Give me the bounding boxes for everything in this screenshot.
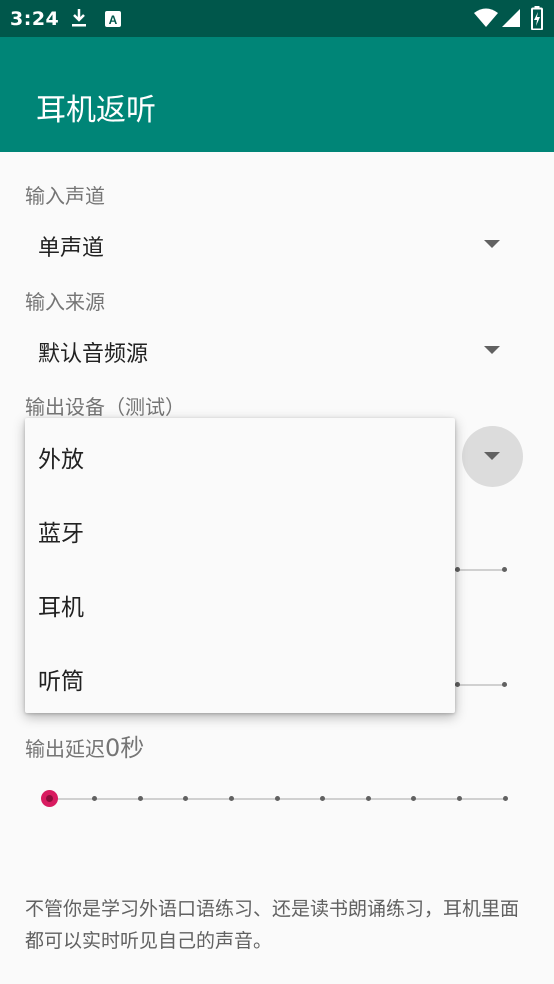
- seekbar-tick: [455, 567, 460, 572]
- menu-item-earpiece[interactable]: 听筒: [38, 662, 84, 696]
- menu-item-headphones[interactable]: 耳机: [38, 588, 84, 622]
- svg-text:A: A: [109, 13, 118, 27]
- dropdown-arrow-icon: [484, 346, 500, 354]
- seekbar-tick: [456, 796, 462, 801]
- status-time: 3:24: [10, 8, 60, 30]
- status-bar: 3:24 A: [0, 0, 554, 37]
- signal-icon: [501, 8, 521, 32]
- output-delay-label: 输出延迟0秒: [25, 728, 144, 763]
- description-text: 不管你是学习外语口语练习、还是读书朗诵练习，耳机里面都可以实时听见自己的声音。: [25, 898, 520, 952]
- battery-charging-icon: [531, 6, 543, 34]
- seekbar-thumb[interactable]: [40, 790, 58, 807]
- dropdown-arrow-icon: [484, 452, 500, 460]
- seekbar-tick: [502, 567, 507, 572]
- input-source-spinner[interactable]: 默认音频源: [25, 328, 530, 372]
- output-device-dropdown-menu: 外放 蓝牙 耳机 听筒: [25, 418, 455, 713]
- download-icon: [70, 8, 88, 32]
- output-delay-value: 0秒: [105, 734, 145, 762]
- seekbar-tick: [228, 796, 234, 801]
- menu-item-speaker[interactable]: 外放: [38, 440, 84, 474]
- menu-item-bluetooth[interactable]: 蓝牙: [38, 514, 84, 548]
- seekbar-tick: [365, 796, 371, 801]
- seekbar-tick: [455, 682, 460, 687]
- output-device-label: 输出设备（测试）: [25, 395, 185, 419]
- seekbar-tick: [183, 796, 189, 801]
- seekbar-track: [455, 684, 507, 686]
- input-channel-label: 输入声道: [25, 184, 105, 208]
- seekbar-tick: [411, 796, 417, 801]
- seekbar-tick: [502, 796, 508, 801]
- input-source-label: 输入来源: [25, 290, 105, 314]
- text-a-icon: A: [104, 10, 122, 32]
- input-channel-value: 单声道: [38, 236, 105, 261]
- seekbar-tick: [137, 796, 143, 801]
- seekbar-track: [455, 569, 507, 571]
- hidden-seekbar-1[interactable]: [455, 560, 515, 580]
- seekbar-tick: [502, 682, 507, 687]
- seekbar-tick: [320, 796, 326, 801]
- output-delay-seekbar[interactable]: [40, 788, 515, 810]
- app-title: 耳机返听: [36, 93, 156, 128]
- input-channel-spinner[interactable]: 单声道: [25, 222, 530, 266]
- seekbar-tick: [92, 796, 98, 801]
- input-source-value: 默认音频源: [38, 342, 149, 367]
- hidden-seekbar-2[interactable]: [455, 675, 515, 695]
- seekbar-tick: [274, 796, 280, 801]
- dropdown-arrow-icon: [484, 240, 500, 248]
- app-bar: 耳机返听: [0, 37, 554, 152]
- output-delay-label-text: 输出延迟: [25, 737, 105, 761]
- wifi-icon: [474, 8, 498, 32]
